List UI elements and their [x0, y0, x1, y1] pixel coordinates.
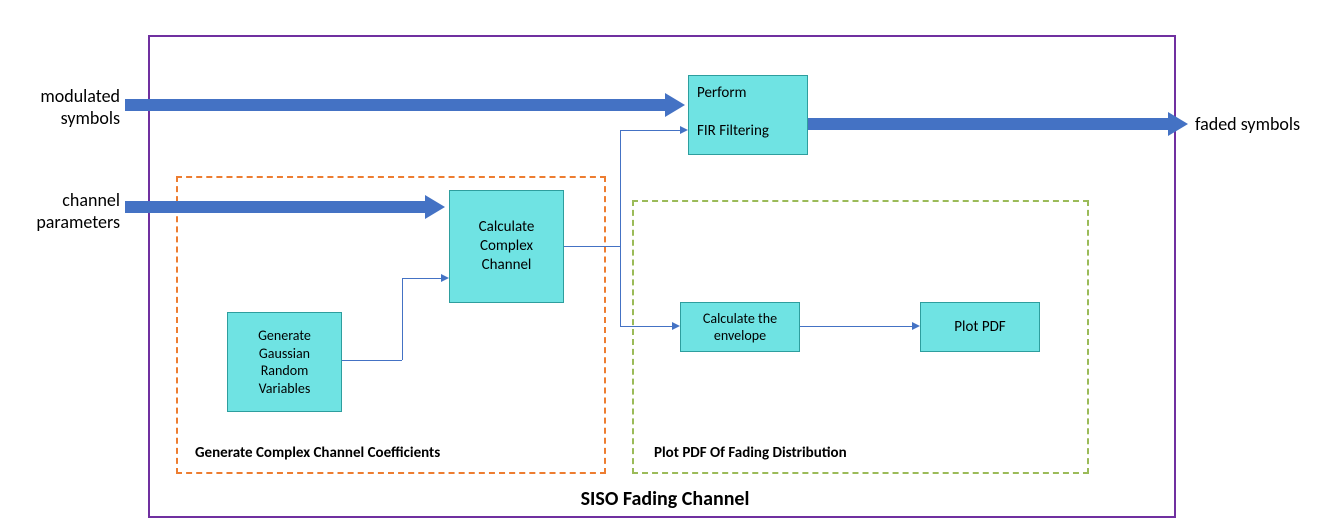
conn-junction-up [620, 130, 621, 247]
conn-into-fir [620, 130, 680, 131]
conn-gaussian-into-calc [402, 278, 441, 279]
conn-gaussian-h [342, 360, 402, 361]
arrow-params-to-calc [125, 201, 425, 213]
arrow-fir-to-output [808, 118, 1168, 130]
label-channel-parameters: channel parameters [10, 190, 120, 233]
arrow-modulated-to-fir [125, 99, 665, 111]
green-section-title: Plot PDF Of Fading Distribution [654, 444, 847, 462]
label-modulated-symbols: modulated symbols [10, 86, 120, 129]
conn-into-envelope [620, 326, 672, 327]
box-fir-filtering: Perform FIR Filtering [688, 75, 808, 155]
conn-junction-down [620, 246, 621, 326]
diagram-canvas: modulated symbols channel parameters fad… [0, 0, 1317, 528]
box-envelope: Calculate the envelope [680, 302, 800, 352]
orange-section-title: Generate Complex Channel Coefficients [195, 444, 440, 462]
box-plot-pdf: Plot PDF [920, 302, 1040, 352]
conn-envelope-to-plotpdf [800, 326, 912, 327]
main-title: SISO Fading Channel [500, 487, 830, 511]
box-calc-complex-channel: Calculate Complex Channel [449, 190, 564, 303]
conn-calc-out-h [564, 246, 620, 247]
box-generate-gaussian: Generate Gaussian Random Variables [227, 312, 342, 412]
conn-gaussian-v [402, 278, 403, 360]
label-faded-symbols: faded symbols [1195, 114, 1315, 136]
